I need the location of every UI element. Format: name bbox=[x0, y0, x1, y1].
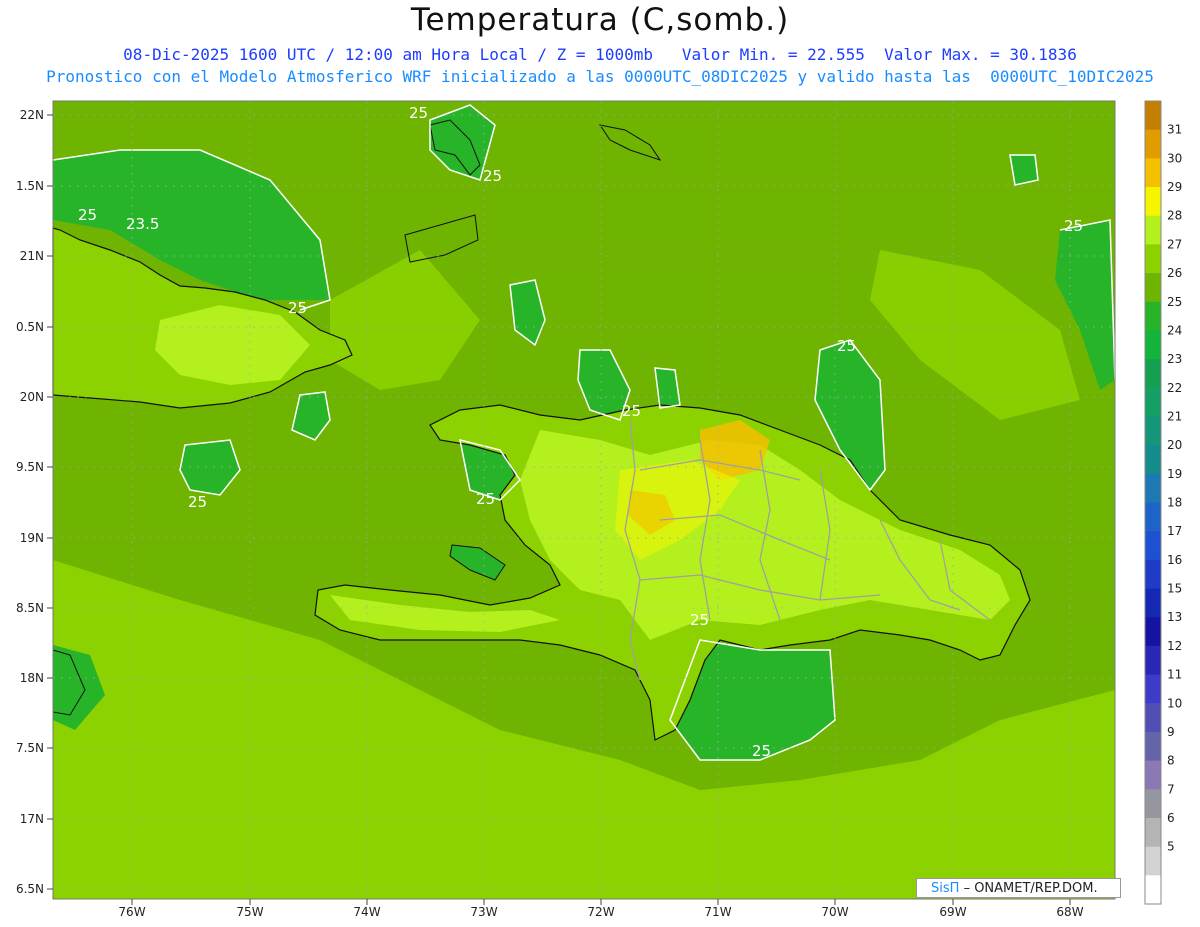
colorbar-swatch bbox=[1145, 387, 1161, 417]
colorbar-swatch bbox=[1145, 129, 1161, 159]
colorbar-swatch bbox=[1145, 473, 1161, 503]
colorbar-swatch bbox=[1145, 731, 1161, 762]
colorbar-label: 11 bbox=[1167, 668, 1182, 682]
colorbar-swatch bbox=[1145, 301, 1161, 331]
colorbar-swatch bbox=[1145, 445, 1161, 475]
lat-ticks bbox=[47, 114, 53, 890]
credit-text: – ONAMET/REP.DOM. bbox=[963, 881, 1098, 896]
colorbar-swatch bbox=[1145, 416, 1161, 446]
colorbar-swatch bbox=[1145, 158, 1161, 188]
colorbar-label: 8 bbox=[1167, 754, 1175, 768]
map-title: Temperatura (C,somb.) bbox=[410, 2, 790, 38]
temperature-map: 25 25 25 23.5 25 25 25 25 25 25 25 25 22… bbox=[16, 100, 1182, 919]
colorbar-swatch bbox=[1145, 760, 1161, 790]
lat-label: 8.5N bbox=[16, 601, 44, 615]
contour-label: 25 bbox=[476, 490, 495, 508]
colorbar-swatch bbox=[1145, 215, 1161, 245]
lat-label: 18N bbox=[20, 671, 44, 685]
colorbar-label: 21 bbox=[1167, 409, 1182, 423]
colorbar-label: 6 bbox=[1167, 811, 1175, 825]
lon-label: 74W bbox=[353, 905, 380, 919]
colorbar-label: 24 bbox=[1167, 323, 1182, 337]
colorbar-swatch bbox=[1145, 588, 1161, 618]
lat-label: 19N bbox=[20, 531, 44, 545]
lon-label: 73W bbox=[470, 905, 497, 919]
colorbar-swatch bbox=[1145, 359, 1161, 389]
colorbar-label: 30 bbox=[1167, 151, 1182, 165]
colorbar-label: 28 bbox=[1167, 209, 1182, 223]
colorbar-label: 27 bbox=[1167, 237, 1182, 251]
contour-label: 23.5 bbox=[126, 215, 159, 233]
colorbar-swatch bbox=[1145, 559, 1161, 590]
colorbar-label: 10 bbox=[1167, 696, 1182, 710]
colorbar-label: 19 bbox=[1167, 467, 1182, 481]
colorbar-label: 29 bbox=[1167, 180, 1182, 194]
contour-label: 25 bbox=[752, 742, 771, 760]
colorbar-swatch bbox=[1145, 330, 1161, 360]
colorbar-label: 16 bbox=[1167, 553, 1182, 567]
colorbar-swatch bbox=[1145, 875, 1161, 905]
lat-label: 1.5N bbox=[16, 179, 44, 193]
lon-label: 76W bbox=[118, 905, 145, 919]
colorbar-swatch bbox=[1145, 817, 1161, 848]
colorbar-label: 23 bbox=[1167, 352, 1182, 366]
lat-label: 21N bbox=[20, 249, 44, 263]
contour-label: 25 bbox=[622, 402, 641, 420]
lat-label: 22N bbox=[20, 108, 44, 122]
latitude-labels: 22N 1.5N 21N 0.5N 20N 9.5N 19N 8.5N 18N … bbox=[16, 108, 44, 896]
lon-ticks bbox=[131, 899, 1071, 905]
model-info-line: Pronostico con el Modelo Atmosferico WRF… bbox=[46, 67, 1154, 86]
lon-label: 70W bbox=[821, 905, 848, 919]
lon-label: 69W bbox=[939, 905, 966, 919]
colorbar-label: 15 bbox=[1167, 582, 1182, 596]
lat-label: 7.5N bbox=[16, 741, 44, 755]
credit-box: SisΠ – ONAMET/REP.DOM. bbox=[916, 878, 1121, 898]
sispi-logo: SisΠ bbox=[931, 881, 960, 896]
lat-label: 0.5N bbox=[16, 320, 44, 334]
contour-label: 25 bbox=[1064, 217, 1083, 235]
colorbar-swatch bbox=[1145, 846, 1161, 876]
colorbar-swatch bbox=[1145, 703, 1161, 733]
contour-label: 25 bbox=[837, 337, 856, 355]
colorbar-label: 20 bbox=[1167, 438, 1182, 452]
colorbar-label: 31 bbox=[1167, 123, 1182, 137]
contour-label: 25 bbox=[288, 299, 307, 317]
colorbar-label: 9 bbox=[1167, 725, 1175, 739]
lon-label: 75W bbox=[236, 905, 263, 919]
colorbar-label: 5 bbox=[1167, 840, 1175, 854]
colorbar-label: 12 bbox=[1167, 639, 1182, 653]
colorbar-swatch bbox=[1145, 502, 1161, 532]
colorbar-label: 17 bbox=[1167, 524, 1182, 538]
colorbar-label: 25 bbox=[1167, 295, 1182, 309]
colorbar-label: 7 bbox=[1167, 782, 1175, 796]
lon-label: 71W bbox=[704, 905, 731, 919]
colorbar-swatch bbox=[1145, 645, 1161, 676]
colorbar-swatch bbox=[1145, 531, 1161, 561]
colorbar-label: 22 bbox=[1167, 381, 1182, 395]
colorbar-swatch bbox=[1145, 244, 1161, 274]
lat-label: 17N bbox=[20, 812, 44, 826]
lat-label: 9.5N bbox=[16, 460, 44, 474]
colorbar-label: 18 bbox=[1167, 496, 1182, 510]
colorbar-swatch bbox=[1145, 789, 1161, 819]
colorbar-label: 26 bbox=[1167, 266, 1182, 280]
contour-label: 25 bbox=[409, 104, 428, 122]
contour-label: 25 bbox=[188, 493, 207, 511]
contour-label: 25 bbox=[690, 611, 709, 629]
forecast-time-line: 08-Dic-2025 1600 UTC / 12:00 am Hora Loc… bbox=[123, 45, 1077, 64]
contour-label: 25 bbox=[483, 167, 502, 185]
longitude-labels: 76W 75W 74W 73W 72W 71W 70W 69W 68W bbox=[118, 905, 1083, 919]
colorbar-swatch bbox=[1145, 187, 1161, 217]
colorbar-label: 13 bbox=[1167, 610, 1182, 624]
colorbar-swatch bbox=[1145, 617, 1161, 647]
lat-label: 20N bbox=[20, 390, 44, 404]
colorbar-swatch bbox=[1145, 674, 1161, 704]
contour-label: 25 bbox=[78, 206, 97, 224]
lon-label: 68W bbox=[1056, 905, 1083, 919]
colorbar: 31 30 29 28 27 26 25 24 23 22 21 20 19 18 17 16 15 13 12 11… bbox=[1144, 100, 1182, 905]
lat-label: 6.5N bbox=[16, 882, 44, 896]
lon-label: 72W bbox=[587, 905, 614, 919]
colorbar-swatch bbox=[1145, 273, 1161, 303]
colorbar-swatch bbox=[1145, 101, 1161, 131]
